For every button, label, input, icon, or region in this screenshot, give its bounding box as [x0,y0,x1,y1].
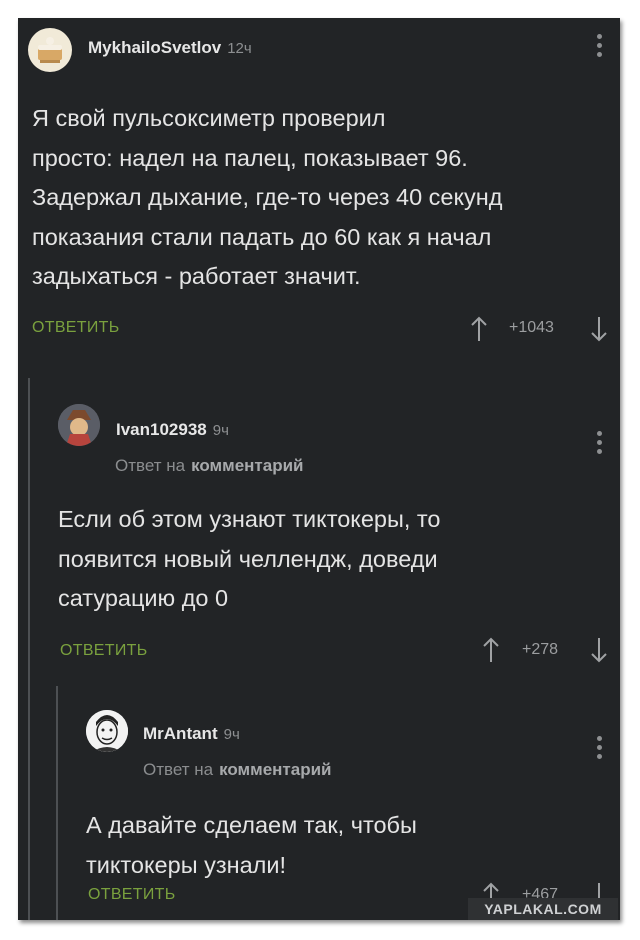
reply-button[interactable]: ОТВЕТИТЬ [88,886,176,904]
reply-button[interactable]: ОТВЕТИТЬ [60,642,148,660]
comment-2: Ivan102938 9ч Ответ на комментарий Если об… [18,378,620,678]
username[interactable]: MykhailoSvetlov 12ч [88,38,252,58]
reply-to-label: Ответ на комментарий [115,456,303,476]
vote-count: +278 [522,641,559,658]
cake-avatar-icon[interactable] [28,28,72,72]
downvote-icon[interactable] [591,637,607,663]
upvote-icon[interactable] [483,637,499,663]
more-options-icon[interactable] [597,431,603,458]
more-options-icon[interactable] [597,34,603,61]
upvote-icon[interactable] [471,316,487,342]
reply-button[interactable]: ОТВЕТИТЬ [32,319,120,337]
downvote-icon[interactable] [591,316,607,342]
username-text[interactable]: MykhailoSvetlov [88,38,221,57]
username-text[interactable]: MrAntant [143,724,218,743]
reply-to-link[interactable]: комментарий [191,456,303,475]
timestamp: 12ч [227,40,252,57]
face-sketch-avatar-icon[interactable] [86,710,128,752]
comment-text: Если об этом узнают тиктокеры, то появит… [58,506,441,611]
timestamp: 9ч [212,422,229,439]
reply-to-label: Ответ на комментарий [143,760,331,780]
comments-screen: MykhailoSvetlov 12ч Я свой пульсоксиметр … [18,18,620,920]
comment-text: А давайте сделаем так, чтобы тиктокеры у… [86,812,417,878]
username[interactable]: MrAntant 9ч [143,724,240,744]
comment-3: MrAntant 9ч Ответ на комментарий А давайте… [18,686,620,920]
more-options-icon[interactable] [597,736,603,763]
character-avatar-icon[interactable] [58,404,100,446]
vote-count: +1043 [509,319,554,336]
comment-text: Я свой пульсоксиметр проверил просто: на… [32,105,503,289]
username[interactable]: Ivan102938 9ч [116,420,229,440]
reply-to-prefix: Ответ на [143,760,214,779]
reply-to-link[interactable]: комментарий [219,760,331,779]
reply-to-prefix: Ответ на [115,456,186,475]
comment-1: MykhailoSvetlov 12ч Я свой пульсоксиметр … [18,18,620,368]
username-text[interactable]: Ivan102938 [116,420,207,439]
timestamp: 9ч [223,726,240,743]
watermark-logo: YAPLAKAL.COM [468,898,618,920]
